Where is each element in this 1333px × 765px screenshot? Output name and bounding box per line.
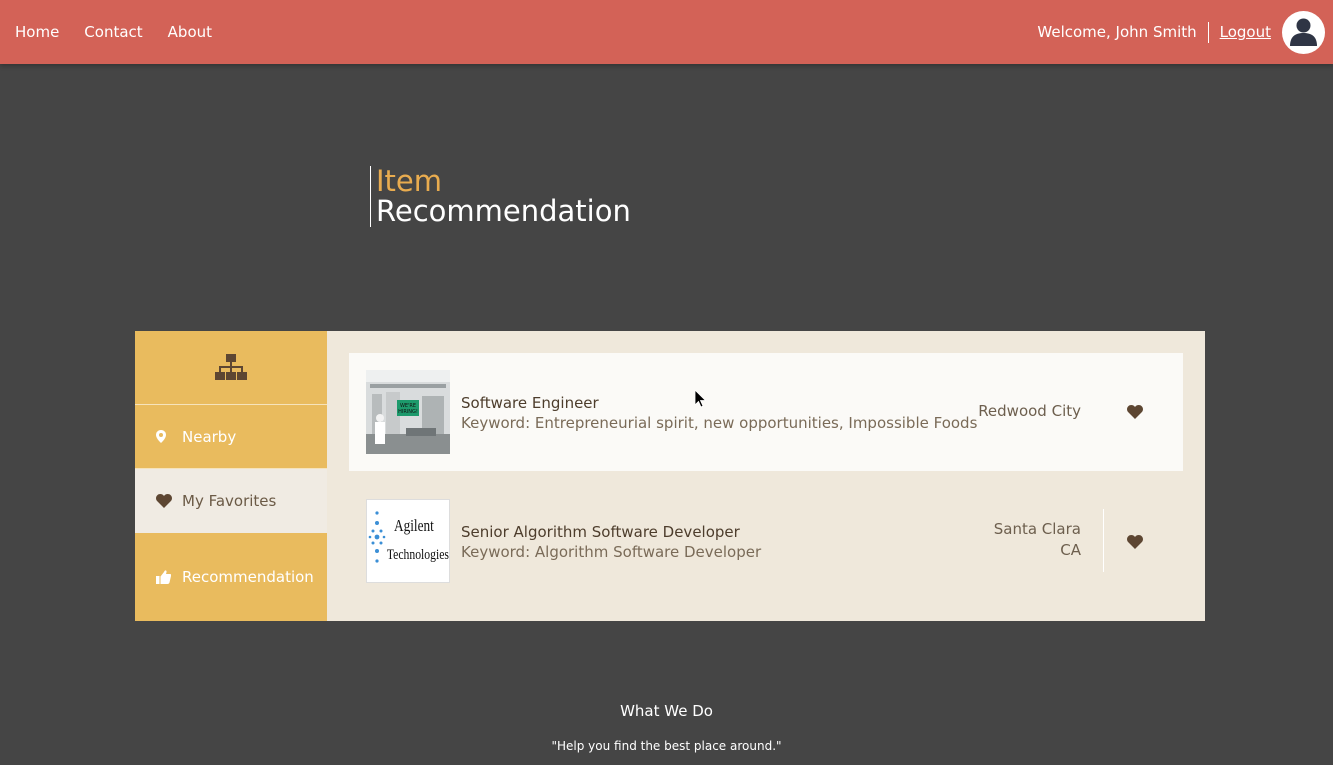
heart-icon [1127, 405, 1143, 419]
sidebar-item-label: My Favorites [182, 492, 277, 510]
favorite-button[interactable] [1125, 403, 1145, 421]
sidebar-item-my-favorites[interactable]: My Favorites [135, 469, 327, 533]
heart-icon [1127, 535, 1143, 549]
heart-icon [156, 494, 176, 508]
sidebar-item-recommendation[interactable]: Recommendation [135, 533, 327, 620]
item-info: Senior Algorithm Software Developer Keyw… [461, 522, 761, 562]
list-item[interactable]: WE'RE HIRING! Software Engineer Keyword:… [349, 353, 1183, 471]
item-list: WE'RE HIRING! Software Engineer Keyword:… [327, 331, 1205, 621]
location-city: Santa Clara [993, 520, 1081, 538]
we-are-hiring-photo: WE'RE HIRING! [366, 370, 450, 454]
favorite-divider [1103, 509, 1104, 572]
map-marker-icon [156, 430, 176, 443]
item-title[interactable]: Senior Algorithm Software Developer [461, 522, 761, 542]
sidebar-item-nearby[interactable]: Nearby [135, 405, 327, 469]
welcome-text: Welcome, John Smith [1037, 23, 1197, 41]
sidebar-logo [135, 331, 327, 405]
title-line-recommendation: Recommendation [376, 194, 631, 228]
list-item[interactable]: Agilent Technologies Senior Algorithm Sof… [349, 482, 1183, 600]
item-location: Redwood City [978, 401, 1081, 422]
location-city: Redwood City [978, 402, 1081, 420]
sidebar: Nearby My Favorites Recommendation [135, 331, 327, 621]
user-avatar-icon [1290, 18, 1317, 46]
footer-title: What We Do [620, 702, 713, 720]
agilent-technologies-logo: Agilent Technologies [366, 499, 450, 583]
thumbs-up-icon [156, 569, 176, 584]
location-state: CA [1060, 541, 1081, 559]
logo-word-technologies: Technologies [387, 546, 449, 563]
top-navbar: Home Contact About Welcome, John Smith L… [0, 0, 1333, 64]
sitemap-icon [215, 353, 247, 380]
nav-home-link[interactable]: Home [15, 23, 59, 41]
nav-divider [1207, 21, 1209, 43]
favorite-button[interactable] [1125, 533, 1145, 551]
svg-text:HIRING!: HIRING! [398, 409, 418, 415]
page-title: Item Recommendation [370, 166, 631, 227]
nav-about-link[interactable]: About [168, 23, 212, 41]
title-line-item: Item [376, 164, 443, 198]
footer-quote: "Help you find the best place around." [551, 739, 782, 753]
item-keyword: Keyword: Algorithm Software Developer [461, 543, 762, 561]
sidebar-item-label: Recommendation [182, 567, 314, 586]
mouse-cursor-icon [695, 390, 707, 408]
item-keyword: Keyword: Entrepreneurial spirit, new opp… [461, 414, 978, 432]
sidebar-item-label: Nearby [182, 427, 237, 446]
logout-link[interactable]: Logout [1220, 23, 1271, 41]
item-thumbnail: Agilent Technologies [366, 499, 450, 583]
nav-contact-link[interactable]: Contact [84, 23, 142, 41]
nav-links: Home Contact About [15, 0, 237, 64]
item-location: Santa Clara CA [994, 519, 1081, 561]
logo-word-agilent: Agilent [394, 517, 434, 536]
item-thumbnail: WE'RE HIRING! [366, 370, 450, 454]
main-panel: Nearby My Favorites Recommendation WE'RE… [135, 331, 1205, 621]
item-info: Software Engineer Keyword: Entrepreneuri… [461, 393, 977, 433]
user-area: Welcome, John Smith Logout [1037, 0, 1333, 64]
avatar[interactable] [1282, 10, 1325, 54]
item-title[interactable]: Software Engineer [461, 393, 977, 413]
